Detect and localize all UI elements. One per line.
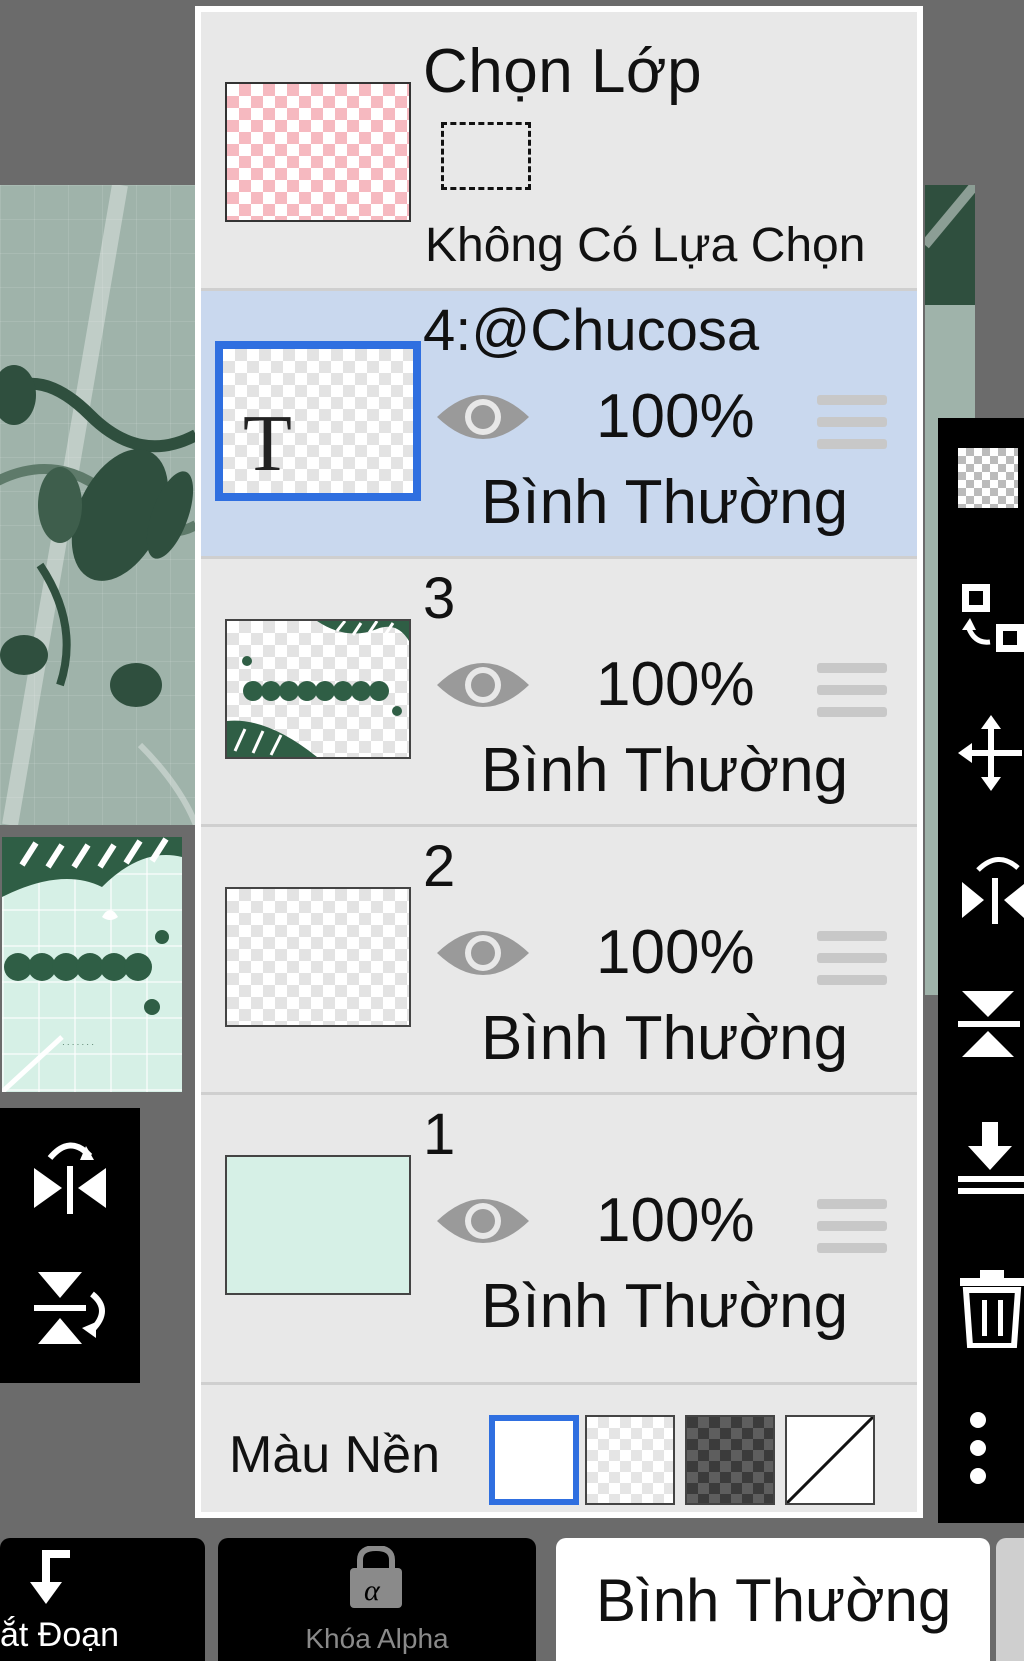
merge-down-button[interactable] bbox=[958, 1118, 1024, 1198]
layer-opacity[interactable]: 100% bbox=[596, 381, 755, 452]
layer-name: 1 bbox=[423, 1102, 456, 1167]
layer-name: 3 bbox=[423, 566, 456, 631]
layer-opacity[interactable]: 100% bbox=[596, 649, 755, 720]
swap-layers-icon bbox=[962, 584, 1024, 652]
bg-transparent-light-swatch[interactable] bbox=[585, 1415, 675, 1505]
alpha-lock-label: Khóa Alpha bbox=[305, 1623, 449, 1654]
new-layer-button[interactable] bbox=[958, 440, 1024, 520]
flip-vertical-icon bbox=[958, 991, 1020, 1057]
eye-icon[interactable] bbox=[435, 1191, 531, 1251]
drag-handle-icon[interactable] bbox=[817, 931, 887, 985]
merge-down-icon bbox=[958, 1122, 1024, 1194]
merge-layer-button[interactable] bbox=[958, 578, 1024, 658]
lock-alpha-icon: α bbox=[350, 1546, 402, 1608]
flip-horizontal-button[interactable] bbox=[20, 1128, 120, 1228]
blend-mode-selector[interactable]: Bình Thường bbox=[556, 1538, 990, 1661]
layer-blend-mode[interactable]: Bình Thường bbox=[481, 735, 848, 806]
layer-row[interactable]: 3 100% Bình Thường bbox=[201, 556, 917, 824]
drag-handle-icon[interactable] bbox=[817, 395, 887, 449]
canvas-artwork bbox=[0, 185, 196, 825]
eye-icon[interactable] bbox=[435, 387, 531, 447]
selection-layer-thumbnail bbox=[225, 82, 411, 222]
partial-button-edge[interactable] bbox=[996, 1538, 1024, 1661]
layer-opacity[interactable]: 100% bbox=[596, 917, 755, 988]
layer-row[interactable]: 2 100% Bình Thường bbox=[201, 824, 917, 1092]
flip-layer-vertical-button[interactable] bbox=[958, 983, 1024, 1063]
layer-panel: Chọn Lớp Không Có Lựa Chọn T 4:@Chucosa … bbox=[195, 6, 923, 1518]
drag-handle-icon[interactable] bbox=[817, 663, 887, 717]
layer-thumbnail: T bbox=[215, 341, 421, 501]
layer-thumbnail bbox=[225, 1155, 411, 1295]
layer-blend-mode[interactable]: Bình Thường bbox=[481, 1271, 848, 1342]
layer-blend-mode[interactable]: Bình Thường bbox=[481, 1003, 848, 1074]
trash-icon bbox=[960, 1270, 1024, 1348]
svg-text:· · · · · · ·: · · · · · · · bbox=[62, 1040, 94, 1049]
panel-title: Chọn Lớp bbox=[423, 37, 703, 106]
background-color-row: Màu Nền bbox=[201, 1382, 917, 1512]
layer-thumbnail bbox=[225, 619, 411, 759]
flip-layer-horizontal-button[interactable] bbox=[958, 848, 1024, 928]
layer-art-preview bbox=[227, 621, 409, 757]
layer-name: 2 bbox=[423, 834, 456, 899]
bg-none-swatch[interactable] bbox=[785, 1415, 875, 1505]
flip-horizontal-icon bbox=[34, 1142, 106, 1214]
more-options-button[interactable] bbox=[958, 1408, 1024, 1488]
svg-text:α: α bbox=[364, 1574, 381, 1607]
layer-opacity[interactable]: 100% bbox=[596, 1185, 755, 1256]
text-layer-icon: T bbox=[243, 400, 292, 488]
bg-white-swatch[interactable] bbox=[489, 1415, 579, 1505]
layer-thumbnail bbox=[225, 887, 411, 1027]
layer-row[interactable]: 1 100% Bình Thường bbox=[201, 1092, 917, 1360]
eye-icon[interactable] bbox=[435, 655, 531, 715]
eye-icon[interactable] bbox=[435, 923, 531, 983]
flip-horizontal-icon bbox=[962, 857, 1024, 924]
clipping-button[interactable]: ắt Đoạn bbox=[0, 1538, 205, 1661]
drag-handle-icon[interactable] bbox=[817, 1199, 887, 1253]
flip-vertical-button[interactable] bbox=[20, 1258, 120, 1358]
layer-row[interactable]: T 4:@Chucosa 100% Bình Thường bbox=[201, 288, 917, 556]
background-color-label: Màu Nền bbox=[229, 1426, 440, 1484]
delete-layer-button[interactable] bbox=[958, 1268, 1024, 1348]
more-vertical-icon bbox=[970, 1412, 986, 1484]
right-tool-strip bbox=[938, 418, 1024, 1523]
blend-mode-label: Bình Thường bbox=[596, 1567, 952, 1634]
move-icon bbox=[958, 715, 1022, 791]
transparent-layer-icon bbox=[958, 448, 1018, 508]
bg-transparent-dark-swatch[interactable] bbox=[685, 1415, 775, 1505]
selection-layer-header[interactable]: Chọn Lớp Không Có Lựa Chọn bbox=[201, 12, 917, 288]
alpha-lock-button[interactable]: α Khóa Alpha bbox=[218, 1538, 536, 1661]
reference-thumbnail[interactable]: · · · · · · · bbox=[0, 835, 184, 1094]
bottom-toolbar: ắt Đoạn α Khóa Alpha Bình Thường bbox=[0, 1528, 1024, 1661]
move-layer-button[interactable] bbox=[958, 713, 1024, 793]
clipping-label: ắt Đoạn bbox=[0, 1616, 120, 1654]
selection-marquee-icon bbox=[441, 122, 531, 190]
layer-blend-mode[interactable]: Bình Thường bbox=[481, 467, 848, 538]
clip-arrow-icon bbox=[30, 1550, 70, 1604]
selection-status: Không Có Lựa Chọn bbox=[425, 219, 866, 272]
no-background-icon bbox=[785, 1415, 875, 1505]
flip-vertical-icon bbox=[34, 1272, 105, 1344]
left-tool-palette bbox=[0, 1108, 140, 1383]
layer-name: 4:@Chucosa bbox=[423, 298, 760, 363]
